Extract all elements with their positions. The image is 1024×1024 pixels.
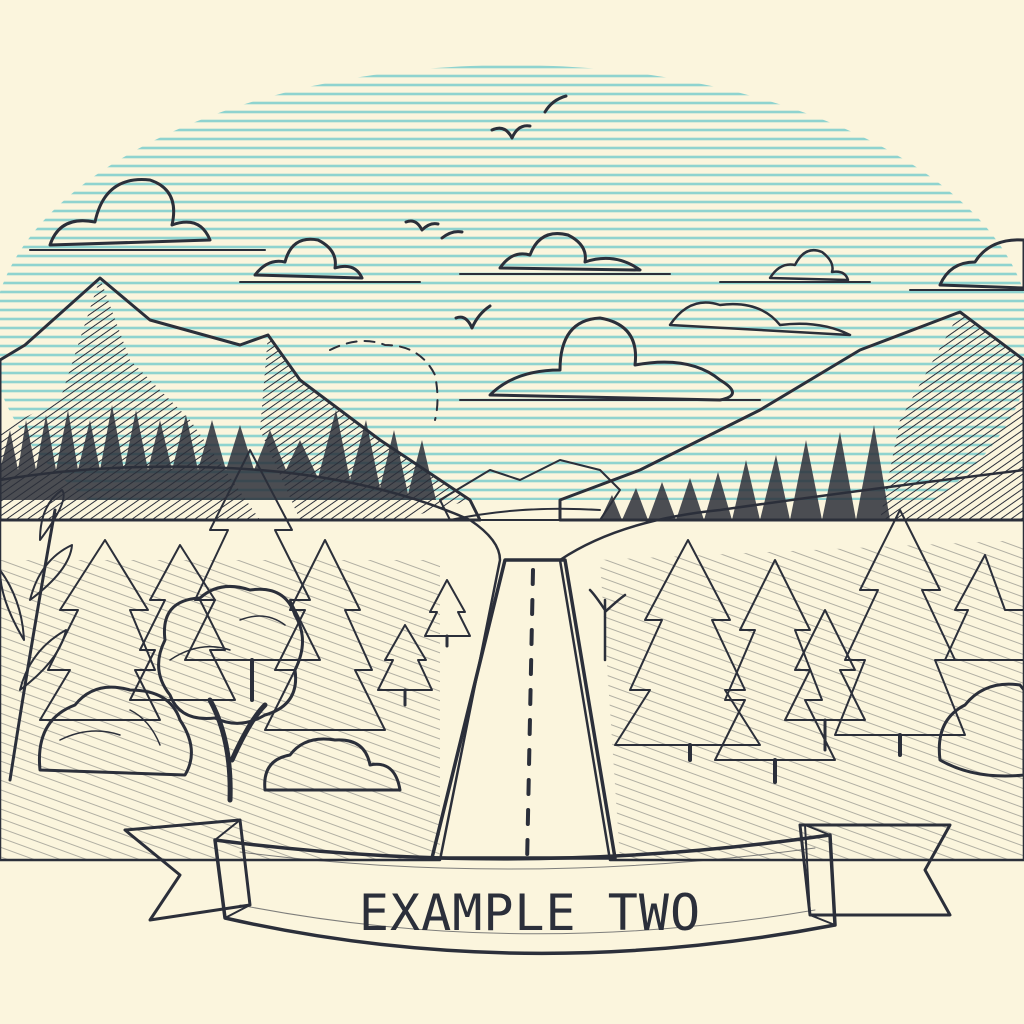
landscape-illustration: EXAMPLE TWO	[0, 0, 1024, 1024]
banner-title: EXAMPLE TWO	[359, 884, 701, 942]
